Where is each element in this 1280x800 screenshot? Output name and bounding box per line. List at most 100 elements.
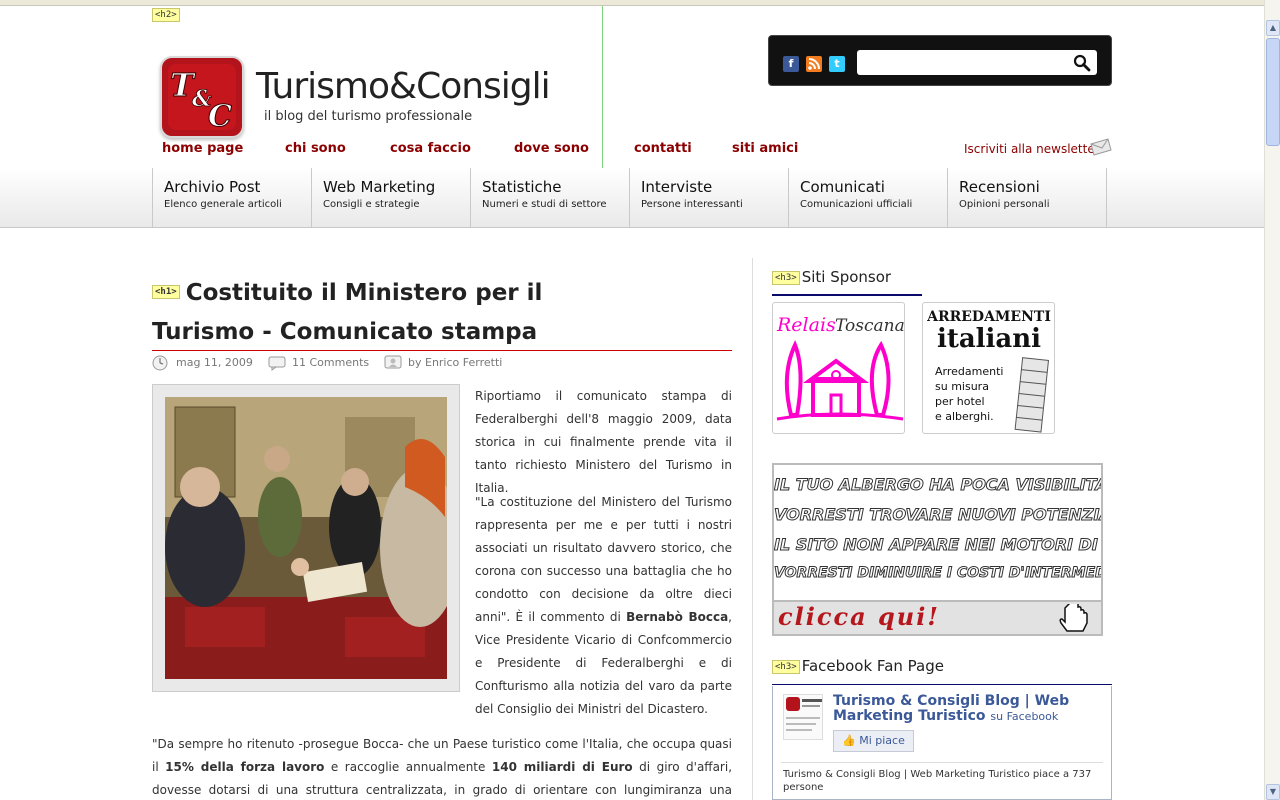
twitter-icon[interactable]: t — [829, 56, 845, 72]
thumbs-up-icon: 👍 — [842, 734, 856, 747]
category-subtitle: Elenco generale articoli — [164, 199, 282, 210]
category-subtitle: Persone interessanti — [641, 199, 743, 210]
envelope-icon[interactable] — [1090, 138, 1112, 156]
sponsor2-line1: ARREDAMENTI — [926, 309, 1051, 325]
scroll-up-arrow-icon[interactable]: ▲ — [1266, 20, 1280, 36]
category-title: Recensioni — [959, 178, 1040, 196]
article-photo[interactable] — [165, 397, 460, 679]
category-title: Statistiche — [482, 178, 562, 196]
bold-stat: 140 miliardi di Euro — [491, 760, 633, 774]
rss-icon[interactable] — [806, 56, 822, 72]
category-subtitle: Opinioni personali — [959, 199, 1050, 210]
arredamenti-italiani-logo: ARREDAMENTI italiani Arredamenti su misu… — [926, 309, 1051, 433]
category-subtitle: Comunicazioni ufficiali — [800, 199, 913, 210]
svg-text:C: C — [208, 99, 232, 134]
facebook-fan-count: Turismo & Consigli Blog | Web Marketing … — [783, 769, 1092, 793]
nav-chi-sono[interactable]: chi sono — [285, 141, 346, 156]
sponsor-heading: <h3> Siti Sponsor — [772, 268, 891, 286]
banner-line-4: VORRESTI DIMINUIRE I COSTI D'INTERMEDIAZ… — [774, 565, 1101, 582]
site-title[interactable]: Turismo&Consigli — [256, 66, 551, 107]
nav-dove-sono[interactable]: dove sono — [514, 141, 589, 156]
sponsor-relais-word: Relais — [776, 314, 836, 336]
sponsor-heading-text: Siti Sponsor — [801, 268, 892, 286]
banner-cta-strip: clicca qui! — [774, 600, 1101, 634]
facebook-heading-rule — [772, 684, 1112, 685]
search-input[interactable] — [857, 50, 1097, 75]
clock-icon — [152, 355, 168, 371]
category-title: Comunicati — [800, 178, 885, 196]
h2-tag-badge: <h2> — [152, 8, 180, 22]
banner-line-1: IL TUO ALBERGO HA POCA VISIBILITA' SUL W… — [774, 475, 1103, 495]
sponsor2-line6: e alberghi. — [935, 410, 994, 423]
post-comments-text: 11 Comments — [292, 356, 370, 369]
paragraph-text: "La costituzione del Ministero del Turis… — [475, 495, 732, 624]
vertical-scrollbar[interactable]: ▲ ▼ — [1264, 0, 1280, 800]
h3-tag-badge: <h3> — [772, 270, 800, 285]
banner-cta-text: clicca qui! — [778, 602, 940, 631]
scroll-thumb[interactable] — [1266, 38, 1280, 146]
category-web-marketing[interactable]: Web Marketing Consigli e strategie — [311, 168, 470, 228]
banner-line-2: VORRESTI TROVARE NUOVI POTENZIALI CLIENT… — [774, 505, 1101, 525]
facebook-on-label: su Facebook — [990, 710, 1059, 723]
sponsor-heading-rule — [772, 294, 922, 296]
site-logo[interactable]: T & C — [160, 56, 244, 138]
post-author-text: by Enrico Ferretti — [408, 356, 503, 369]
sponsor2-line4: su misura — [935, 380, 989, 393]
nav-siti-amici[interactable]: siti amici — [732, 141, 798, 156]
social-search-box: f t — [768, 35, 1112, 86]
category-bar: Archivio Post Elenco generale articoli W… — [0, 168, 1264, 228]
article-photo-frame — [152, 384, 460, 692]
category-comunicati[interactable]: Comunicati Comunicazioni ufficiali — [788, 168, 947, 228]
post-date: mag 11, 2009 — [152, 354, 253, 372]
sponsor2-line3: Arredamenti — [935, 365, 1003, 378]
post-comments[interactable]: 11 Comments — [268, 354, 369, 372]
category-subtitle: Numeri e studi di settore — [482, 199, 607, 210]
banner-line-3: IL SITO NON APPARE NEI MOTORI DI RICERCA… — [774, 535, 1101, 555]
newsletter-link[interactable]: Iscriviti alla newsletter — [964, 142, 1100, 156]
article-paragraph-3: "Da sempre ho ritenuto -prosegue Bocca- … — [152, 733, 732, 800]
title-rule — [152, 350, 732, 351]
nav-cosa-faccio[interactable]: cosa faccio — [390, 141, 471, 156]
facebook-like-button[interactable]: 👍 Mi piace — [833, 730, 914, 752]
h1-tag-badge: <h1> — [152, 284, 180, 299]
facebook-page-thumbnail[interactable] — [783, 694, 823, 740]
post-author[interactable]: by Enrico Ferretti — [384, 354, 502, 372]
logo-monogram-icon: T & C — [170, 66, 233, 135]
paragraph-text: , Vice Presidente Vicario di Confcommerc… — [475, 610, 732, 716]
facebook-like-label: Mi piace — [859, 734, 905, 747]
category-archivio-post[interactable]: Archivio Post Elenco generale articoli — [152, 168, 311, 228]
tc-mini-logo-icon — [786, 697, 822, 731]
nav-home-page[interactable]: home page — [162, 141, 243, 156]
hand-pointer-icon — [1059, 604, 1088, 632]
article-title[interactable]: <h1> Costituito il Ministero per il Turis… — [152, 274, 622, 352]
category-interviste[interactable]: Interviste Persone interessanti — [629, 168, 788, 228]
sponsor-relais-toscana[interactable]: Relais Toscana — [772, 302, 905, 434]
facebook-separator — [781, 762, 1103, 763]
category-title: Interviste — [641, 178, 713, 196]
h3-tag-badge: <h3> — [772, 659, 800, 674]
post-date-text: mag 11, 2009 — [176, 356, 253, 369]
comment-icon — [268, 356, 286, 371]
sponsor-arredamenti-italiani[interactable]: ARREDAMENTI italiani Arredamenti su misu… — [922, 302, 1055, 434]
category-recensioni[interactable]: Recensioni Opinioni personali — [947, 168, 1107, 228]
article-paragraph-1: Riportiamo il comunicato stampa di Feder… — [475, 389, 732, 495]
site-subtitle: il blog del turismo professionale — [264, 109, 473, 124]
facebook-page-name[interactable]: Turismo & Consigli Blog | Web Marketing … — [833, 694, 1093, 724]
category-subtitle: Consigli e strategie — [323, 199, 420, 210]
facebook-icon[interactable]: f — [783, 56, 799, 72]
article-paragraph-2: "La costituzione del Ministero del Turis… — [475, 491, 732, 721]
relais-toscana-logo: Relais Toscana — [776, 314, 904, 421]
paragraph-text: e raccoglie annualmente — [324, 760, 492, 774]
nav-contatti[interactable]: contatti — [634, 141, 692, 156]
category-title: Archivio Post — [164, 178, 261, 196]
article-title-text: Costituito il Ministero per il Turismo -… — [152, 280, 543, 345]
sponsor2-line2: italiani — [937, 324, 1041, 354]
author-icon — [384, 355, 402, 369]
category-statistiche[interactable]: Statistiche Numeri e studi di settore — [470, 168, 629, 228]
web-visibility-banner[interactable]: IL TUO ALBERGO HA POCA VISIBILITA' SUL W… — [772, 463, 1103, 636]
column-divider — [752, 258, 753, 800]
bold-name: Bernabò Bocca — [626, 610, 729, 624]
scroll-down-arrow-icon[interactable]: ▼ — [1266, 784, 1280, 800]
search-icon[interactable] — [1073, 54, 1091, 72]
facebook-like-box: Turismo & Consigli Blog | Web Marketing … — [772, 686, 1112, 800]
